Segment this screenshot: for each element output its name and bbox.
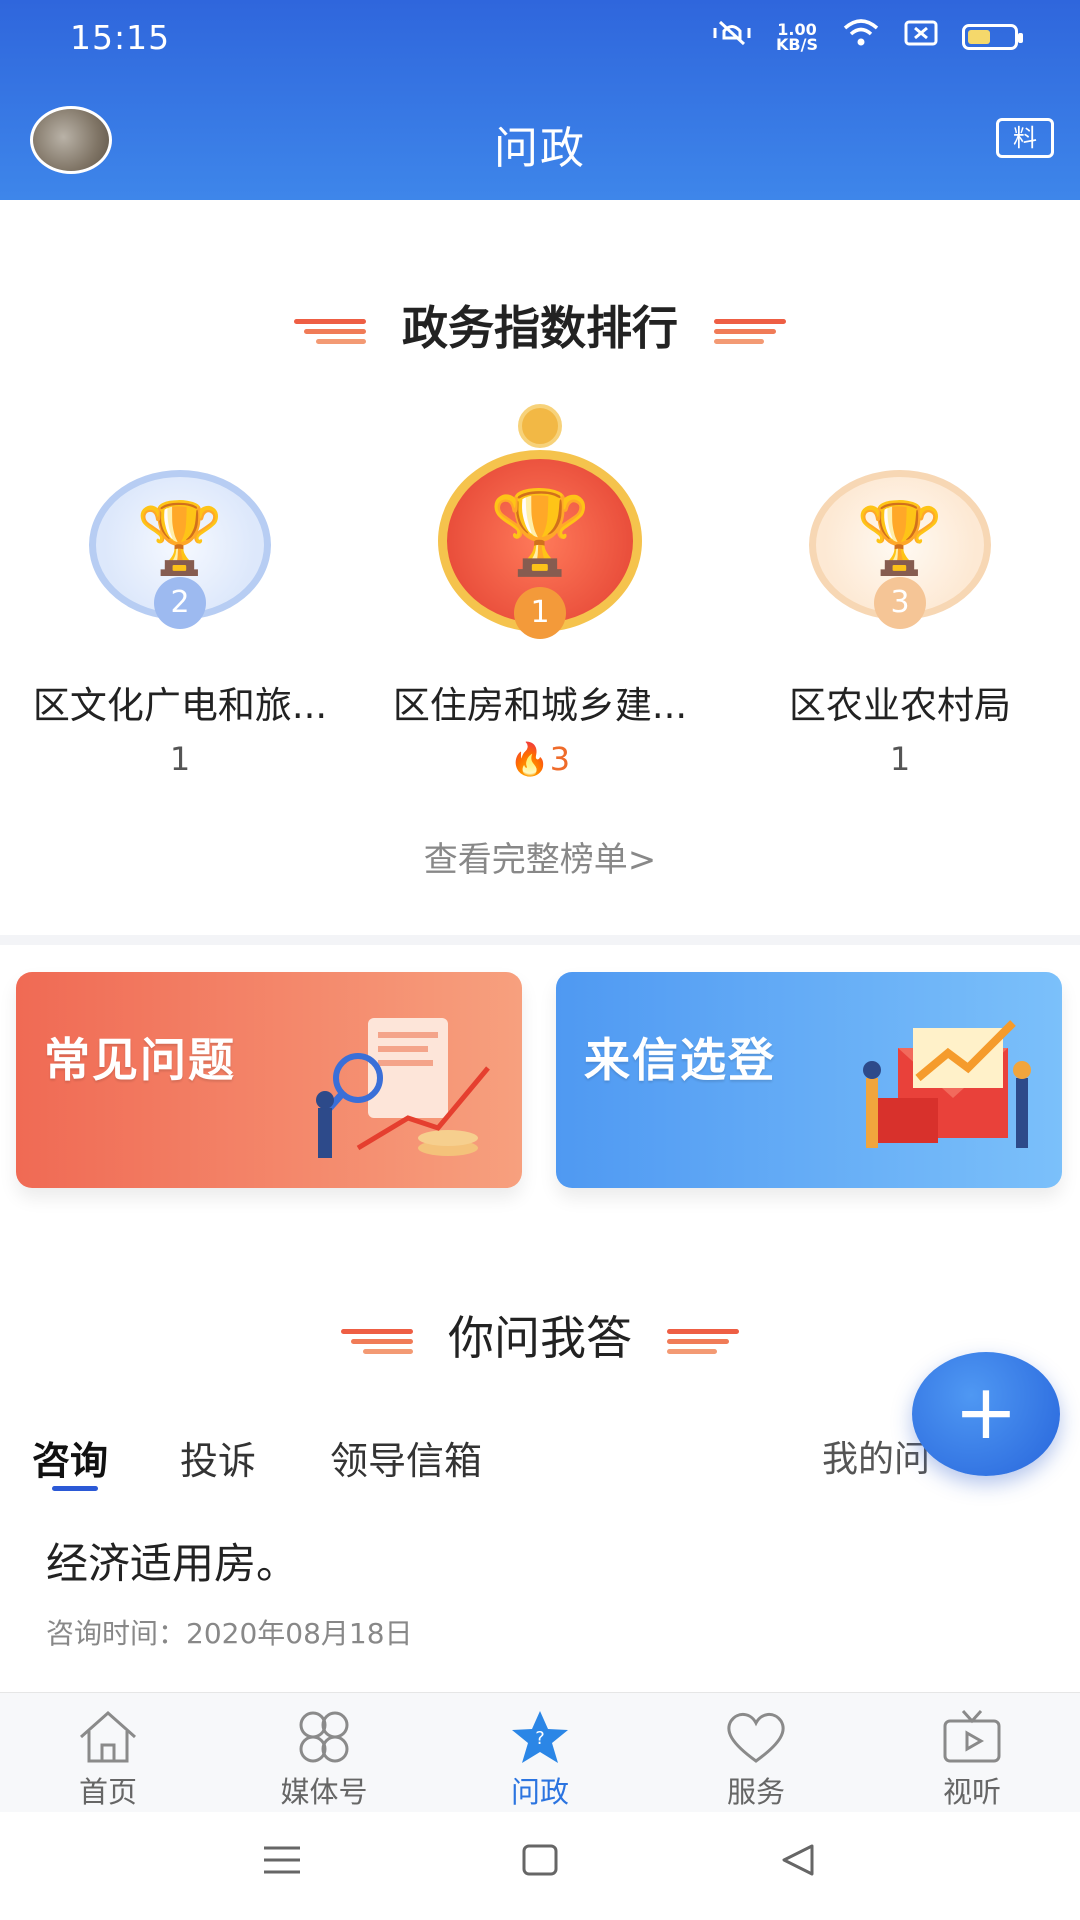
net-speed-unit: KB/S: [776, 34, 818, 54]
letters-illustration-icon: [863, 1020, 1031, 1148]
title-decoration-right: [666, 1327, 743, 1357]
rank-score: 🔥3: [370, 740, 710, 778]
net-speed: 1.00 KB/S: [776, 21, 818, 54]
menu-icon[interactable]: [262, 1840, 302, 1880]
back-triangle-icon[interactable]: [778, 1840, 818, 1880]
sim-off-icon: [904, 20, 938, 53]
status-icons: 1.00 KB/S: [712, 18, 1023, 55]
fire-icon: 🔥: [509, 740, 550, 778]
nav-service[interactable]: 服务: [648, 1693, 864, 1813]
rank-score: 1: [889, 740, 911, 778]
question-star-icon: ?: [512, 1711, 568, 1763]
faq-card[interactable]: 常见问题: [16, 972, 522, 1188]
active-tab-indicator: [52, 1486, 98, 1491]
faq-illustration-icon: [316, 1018, 490, 1158]
tab-consult[interactable]: 咨询: [32, 1430, 108, 1485]
view-full-ranking-link[interactable]: 查看完整榜单>: [0, 832, 1080, 881]
system-nav-bar: [0, 1812, 1080, 1920]
app-header: 15:15 1.00 KB/S 问政 料: [0, 0, 1080, 200]
rank-item-1[interactable]: 🏆 1 区住房和城乡建... 🔥3: [370, 400, 710, 778]
svg-text:?: ?: [535, 1728, 545, 1749]
nav-home-label: 首页: [78, 1775, 137, 1809]
status-time: 15:15: [70, 18, 171, 57]
tv-play-icon: [943, 1709, 1001, 1763]
rank-badge: 1: [514, 587, 566, 639]
ranking-section-title: 政务指数排行: [0, 292, 1080, 358]
silver-trophy-icon: 🏆 2: [89, 470, 271, 629]
nav-media-label: 媒体号: [280, 1775, 368, 1809]
heart-icon: [727, 1713, 785, 1763]
rank-name: 区文化广电和旅...: [32, 684, 328, 727]
rank-score: 1: [169, 740, 191, 778]
title-decoration-right: [714, 317, 790, 347]
nav-wenzheng[interactable]: ? 问政: [432, 1693, 648, 1813]
mute-vibrate-icon: [712, 18, 752, 55]
rank-badge: 2: [154, 577, 206, 629]
rank-name: 区住房和城乡建...: [392, 684, 688, 727]
add-question-button[interactable]: +: [912, 1352, 1060, 1476]
tab-complaint[interactable]: 投诉: [180, 1430, 256, 1485]
rank-item-2[interactable]: 🏆 2 区文化广电和旅... 1: [10, 400, 350, 778]
qa-title-text: 你问我答: [448, 1311, 632, 1365]
title-decoration-left: [290, 317, 366, 347]
faq-card-label: 常见问题: [44, 1033, 236, 1087]
nav-av[interactable]: 视听: [864, 1693, 1080, 1813]
letters-card[interactable]: 来信选登: [556, 972, 1062, 1188]
rank-badge: 3: [874, 577, 926, 629]
nav-service-label: 服务: [726, 1775, 785, 1809]
crown-medal-icon: [518, 404, 562, 448]
battery-icon: [962, 23, 1023, 50]
plus-icon: +: [954, 1367, 1018, 1456]
ranking-title-text: 政务指数排行: [402, 301, 678, 355]
nav-av-label: 视听: [942, 1775, 1001, 1809]
letters-card-label: 来信选登: [584, 1033, 776, 1087]
wifi-icon: [842, 18, 880, 55]
title-decoration-left: [337, 1327, 414, 1357]
question-meta: 咨询时间：2020年08月18日: [46, 1617, 413, 1650]
nav-media[interactable]: 媒体号: [216, 1693, 432, 1813]
my-questions-link[interactable]: 我的问: [822, 1430, 930, 1482]
home-icon: [80, 1710, 136, 1763]
rank-score-value: 3: [549, 740, 571, 778]
bottom-nav: 首页 媒体号 ? 问政 服务 视听: [0, 1692, 1080, 1813]
rank-item-3[interactable]: 🏆 3 区农业农村局 1: [730, 400, 1070, 778]
page-title: 问政: [494, 123, 586, 174]
section-divider: [0, 935, 1080, 945]
rank-name: 区农业农村局: [789, 684, 1011, 727]
qa-section-title: 你问我答: [0, 1302, 1080, 1368]
question-title[interactable]: 经济适用房。: [46, 1530, 298, 1591]
nav-home[interactable]: 首页: [0, 1693, 216, 1813]
bronze-trophy-icon: 🏆 3: [809, 470, 991, 629]
media-grid-icon: [299, 1711, 349, 1763]
home-square-icon[interactable]: [520, 1840, 560, 1880]
gold-trophy-icon: 🏆 1: [438, 450, 642, 639]
nav-wenzheng-label: 问政: [510, 1775, 569, 1809]
tab-leader-mailbox[interactable]: 领导信箱: [330, 1430, 482, 1485]
report-button[interactable]: 料: [996, 118, 1054, 158]
